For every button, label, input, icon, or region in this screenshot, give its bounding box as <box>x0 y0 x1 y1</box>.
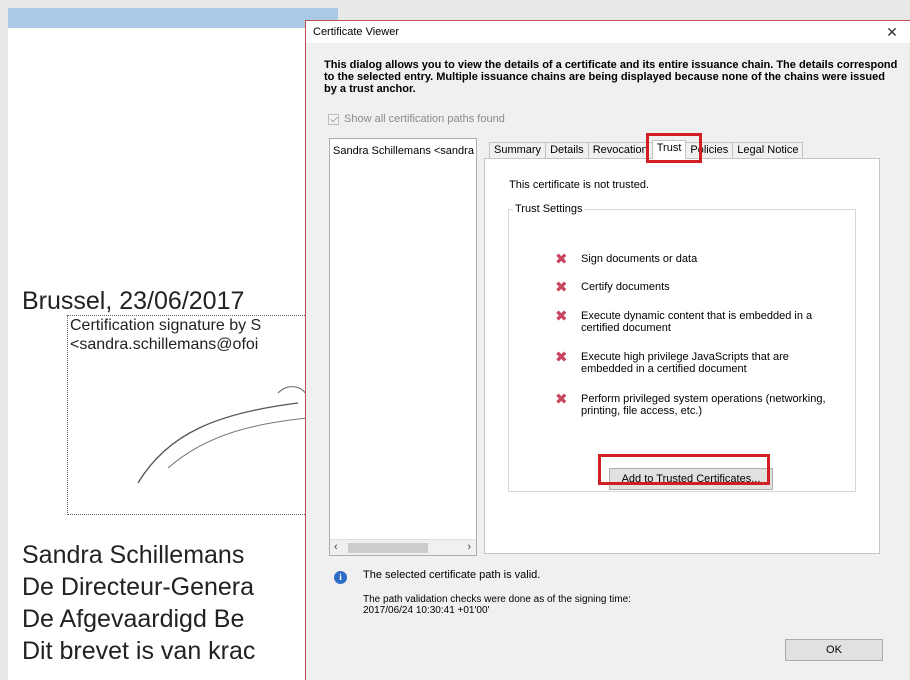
deny-x-icon: ✖ <box>555 348 568 366</box>
trust-item-label: Certify documents <box>581 281 670 293</box>
signature-line-1: Certification signature by S <box>70 317 262 334</box>
path-valid-status: The selected certificate path is valid. <box>363 569 541 581</box>
trust-item-sign: ✖ Sign documents or data <box>555 250 843 268</box>
deny-x-icon: ✖ <box>555 307 568 325</box>
certificate-chain-tree[interactable]: Sandra Schillemans <sandra.s ‹ › <box>329 138 477 556</box>
trust-item-javascript: ✖ Execute high privilege JavaScripts tha… <box>555 348 843 376</box>
close-icon[interactable]: ✕ <box>880 23 904 41</box>
scrollbar-thumb[interactable] <box>348 543 428 553</box>
document-toolbar <box>8 8 338 28</box>
info-icon: i <box>334 571 347 584</box>
trust-tab-panel: This certificate is not trusted. Trust S… <box>484 158 880 554</box>
dialog-title: Certificate Viewer <box>313 26 399 38</box>
signature-line-2: <sandra.schillemans@ofoi <box>70 336 259 353</box>
document-line: Sandra Schillemans <box>22 541 245 569</box>
trust-item-label: Perform privileged system operations (ne… <box>581 393 826 417</box>
trust-item-dynamic-content: ✖ Execute dynamic content that is embedd… <box>555 307 843 335</box>
path-validation-timestamp: 2017/06/24 10:30:41 +01'00' <box>363 605 490 616</box>
certificate-viewer-dialog: Certificate Viewer ✕ This dialog allows … <box>305 20 910 680</box>
path-validation-line: The path validation checks were done as … <box>363 594 631 605</box>
show-all-paths-label: Show all certification paths found <box>344 113 505 125</box>
trust-item-label: Execute high privilege JavaScripts that … <box>581 351 789 375</box>
tab-summary[interactable]: Summary <box>489 142 547 159</box>
deny-x-icon: ✖ <box>555 278 568 296</box>
tab-revocation[interactable]: Revocation <box>587 142 653 159</box>
path-validation-note: The path validation checks were done as … <box>363 594 631 616</box>
pdf-page: Brussel, 23/06/2017 Certification signat… <box>8 28 338 680</box>
scroll-left-arrow-icon[interactable]: ‹ <box>334 541 338 553</box>
deny-x-icon: ✖ <box>555 390 568 408</box>
signature-scribble-image <box>137 386 309 484</box>
tab-details[interactable]: Details <box>545 142 589 159</box>
trust-item-label: Sign documents or data <box>581 253 698 265</box>
trust-item-certify: ✖ Certify documents <box>555 278 843 296</box>
trust-status-text: This certificate is not trusted. <box>509 179 649 191</box>
document-line: De Directeur-Genera <box>22 573 255 601</box>
ok-button[interactable]: OK <box>785 639 883 661</box>
trust-settings-legend: Trust Settings <box>513 203 585 215</box>
show-all-paths-checkbox-row: Show all certification paths found <box>328 112 505 126</box>
certificate-tree-item[interactable]: Sandra Schillemans <sandra.s <box>333 145 475 157</box>
deny-x-icon: ✖ <box>555 250 568 268</box>
document-line: De Afgevaardigd Be <box>22 605 245 633</box>
show-all-paths-checkbox[interactable] <box>328 113 339 125</box>
trust-item-system-operations: ✖ Perform privileged system operations (… <box>555 390 843 418</box>
dialog-titlebar[interactable]: Certificate Viewer ✕ <box>306 21 910 43</box>
document-line: Dit brevet is van krac <box>22 637 256 665</box>
scroll-right-arrow-icon[interactable]: › <box>467 541 471 553</box>
dialog-description: This dialog allows you to view the detai… <box>324 59 898 95</box>
trust-settings-group: Trust Settings ✖ Sign documents or data … <box>508 203 856 492</box>
trust-item-label: Execute dynamic content that is embedded… <box>581 310 813 334</box>
trust-tab-highlight-box <box>646 133 702 163</box>
document-heading: Brussel, 23/06/2017 <box>22 287 245 315</box>
tab-legal-notice[interactable]: Legal Notice <box>732 142 804 159</box>
add-button-highlight-box <box>598 454 770 485</box>
horizontal-scrollbar[interactable]: ‹ › <box>330 539 476 555</box>
